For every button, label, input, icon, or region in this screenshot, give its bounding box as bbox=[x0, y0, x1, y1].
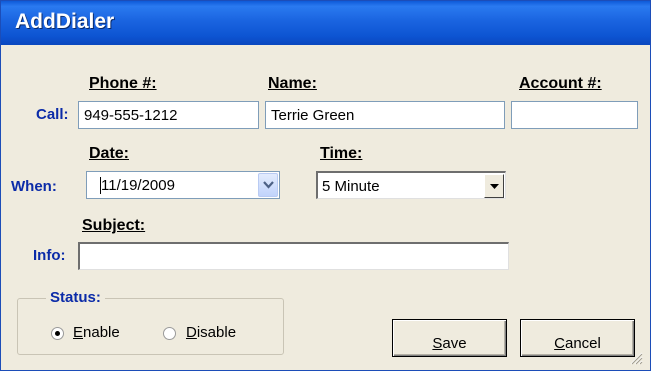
dialog-body: Phone #: Name: Account #: Call: 949-555-… bbox=[6, 45, 645, 367]
chevron-down-icon bbox=[263, 181, 274, 189]
text-caret bbox=[100, 177, 101, 194]
phone-input[interactable]: 949-555-1212 bbox=[78, 101, 259, 129]
title-bar[interactable]: AddDialer bbox=[1, 1, 650, 45]
save-button[interactable]: Save bbox=[392, 319, 507, 357]
subject-header: Subject: bbox=[82, 217, 146, 234]
status-group-title: Status: bbox=[46, 289, 105, 306]
adddialer-window: AddDialer Phone #: Name: Account #: Call… bbox=[0, 0, 651, 371]
time-value: 5 Minute bbox=[322, 178, 380, 195]
info-label: Info: bbox=[33, 247, 66, 264]
enable-radio[interactable] bbox=[51, 327, 64, 340]
time-dropdown-button[interactable] bbox=[484, 174, 504, 198]
account-input[interactable] bbox=[511, 101, 638, 129]
subject-input[interactable] bbox=[78, 242, 509, 270]
account-header: Account #: bbox=[519, 75, 602, 92]
name-input[interactable]: Terrie Green bbox=[265, 101, 505, 129]
date-picker[interactable]: 11/19/2009 bbox=[86, 171, 280, 199]
disable-radio[interactable] bbox=[163, 327, 176, 340]
enable-label[interactable]: Enable bbox=[73, 324, 120, 341]
name-header: Name: bbox=[268, 75, 317, 92]
cancel-button[interactable]: Cancel bbox=[520, 319, 635, 357]
date-header: Date: bbox=[89, 145, 130, 162]
phone-header: Phone #: bbox=[89, 75, 157, 92]
when-label: When: bbox=[11, 178, 57, 195]
resize-grip-icon[interactable] bbox=[629, 351, 643, 365]
disable-label[interactable]: Disable bbox=[186, 324, 236, 341]
date-value: 11/19/2009 bbox=[101, 177, 175, 194]
window-title: AddDialer bbox=[15, 10, 115, 33]
call-label: Call: bbox=[36, 106, 69, 123]
date-dropdown-button[interactable] bbox=[258, 173, 278, 197]
time-header: Time: bbox=[320, 145, 363, 162]
dropdown-arrow-icon bbox=[490, 184, 499, 189]
time-select[interactable]: 5 Minute bbox=[316, 171, 506, 199]
